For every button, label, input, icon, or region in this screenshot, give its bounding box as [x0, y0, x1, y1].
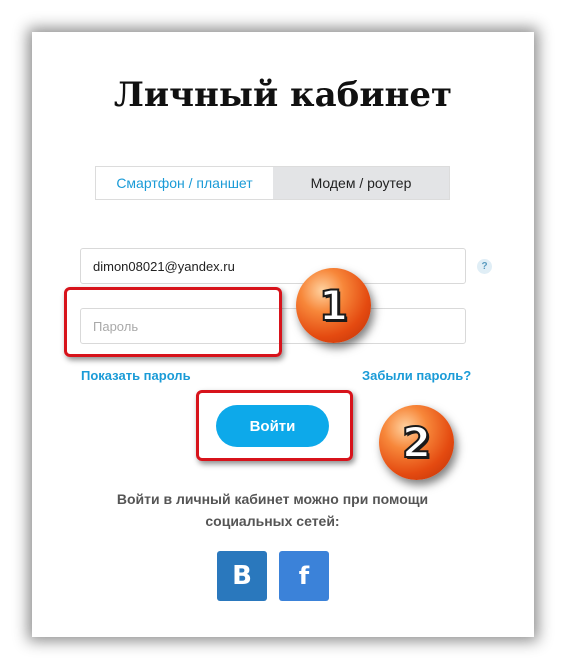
facebook-login-button[interactable]: f — [279, 551, 329, 601]
help-icon[interactable]: ? — [477, 259, 492, 274]
tab-smartphone-tablet[interactable]: Смартфон / планшет — [96, 167, 273, 199]
forgot-password-link[interactable]: Забыли пароль? — [362, 368, 471, 383]
device-tabs: Смартфон / планшет Модем / роутер — [95, 166, 450, 200]
facebook-icon: f — [298, 562, 310, 590]
page-title: Личный кабинет — [113, 75, 453, 115]
social-login-text: Войти в личный кабинет можно при помощи … — [116, 491, 429, 529]
tab-modem-router[interactable]: Модем / роутер — [273, 167, 449, 199]
vk-icon: B — [232, 561, 252, 591]
password-input[interactable] — [80, 308, 466, 344]
email-input[interactable] — [80, 248, 466, 284]
screenshot-stage: Личный кабинет Смартфон / планшет Модем … — [0, 0, 567, 670]
show-password-link[interactable]: Показать пароль — [81, 368, 191, 383]
vk-login-button[interactable]: B — [217, 551, 267, 601]
login-button[interactable]: Войти — [216, 405, 329, 447]
